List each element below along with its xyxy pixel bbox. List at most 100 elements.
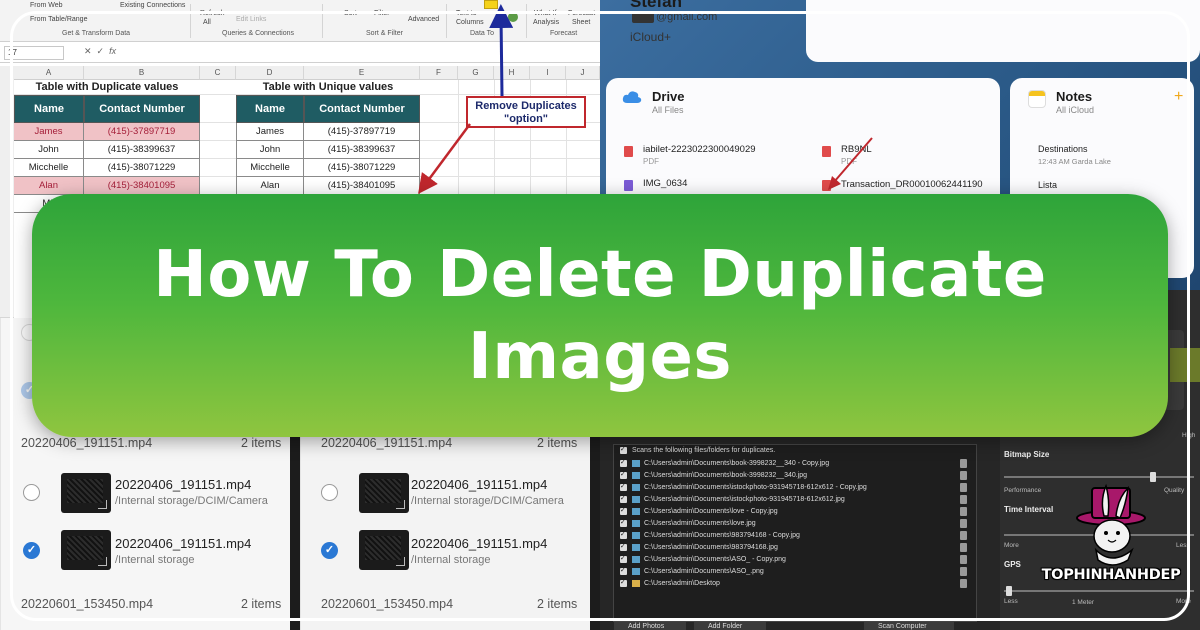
image-file-icon (632, 472, 640, 479)
selected-checkbox[interactable]: ✓ (321, 542, 338, 559)
checkbox-icon[interactable] (620, 529, 627, 541)
file-path: C:\Users\admin\Documents\ASO_ - Copy.png (644, 556, 786, 563)
add-folder-button[interactable]: Add Folder (694, 622, 766, 630)
scan-file-row[interactable]: C:\Users\admin\Documents\love.jpg (620, 517, 970, 530)
file-path: C:\Users\admin\Documents\book-3998232__3… (644, 472, 808, 479)
image-file-icon (624, 180, 633, 191)
trash-icon[interactable] (960, 483, 967, 492)
scan-header: Scans the following files/folders for du… (632, 447, 776, 454)
trash-icon[interactable] (960, 555, 967, 564)
scan-file-row[interactable]: C:\Users\admin\Documents\book-3998232__3… (620, 457, 970, 470)
account-card: Stefan @gmail.com iCloud+ (610, 0, 800, 60)
image-file-icon (632, 508, 640, 515)
duplicate-file-path: /Internal storage/DCIM/Camera (115, 495, 268, 507)
file-path: C:\Users\admin\Documents\love - Copy.jpg (644, 508, 778, 515)
group-header: 20220406_191151.mp4 (321, 436, 453, 450)
duplicate-file-name[interactable]: 20220406_191151.mp4 (115, 477, 251, 492)
note-title[interactable]: Lista (1038, 180, 1057, 190)
checkbox-icon[interactable] (620, 517, 627, 529)
scan-file-row[interactable]: C:\Users\admin\Documents\ASO_ - Copy.png (620, 553, 970, 566)
file-path: C:\Users\admin\Documents\983794168.jpg (644, 544, 778, 551)
trash-icon[interactable] (960, 543, 967, 552)
scan-file-row[interactable]: C:\Users\admin\Documents\love - Copy.jpg (620, 505, 970, 518)
trash-icon[interactable] (960, 579, 967, 588)
checkbox-icon[interactable] (620, 469, 627, 481)
scan-file-row[interactable]: C:\Users\admin\Documents\book-3998232__3… (620, 469, 970, 482)
scan-file-row[interactable]: C:\Users\admin\Documents\983794168.jpg (620, 541, 970, 554)
scan-file-row[interactable]: C:\Users\admin\Documents\istockphoto-931… (620, 481, 970, 494)
checkbox-icon[interactable] (620, 445, 627, 456)
checkbox-icon[interactable] (620, 577, 627, 589)
file-path: C:\Users\admin\Documents\book-3998232__3… (644, 460, 830, 467)
checkbox-icon[interactable] (620, 481, 627, 493)
trash-icon[interactable] (960, 459, 967, 468)
trash-icon[interactable] (960, 567, 967, 576)
drive-file-name[interactable]: iabilet-2223022300049029 (643, 144, 756, 155)
trash-icon[interactable] (960, 507, 967, 516)
group-header: 20220601_153450.mp4 (321, 597, 454, 611)
slider-label-less: Less (1004, 598, 1018, 605)
trash-icon[interactable] (960, 519, 967, 528)
duplicate-file-name[interactable]: 20220406_191151.mp4 (411, 477, 547, 492)
file-path: C:\Users\admin\Documents\love.jpg (644, 520, 756, 527)
notes-subtitle: All iCloud (1056, 105, 1095, 115)
add-note-icon[interactable]: + (1174, 88, 1183, 106)
note-title[interactable]: Destinations (1038, 144, 1088, 154)
drive-title[interactable]: Drive (652, 89, 685, 104)
select-radio[interactable] (23, 484, 40, 501)
bitmap-size-slider[interactable] (1004, 476, 1194, 478)
trash-icon[interactable] (960, 471, 967, 480)
group-count: 2 items (537, 436, 578, 450)
duplicate-file-name[interactable]: 20220406_191151.mp4 (115, 536, 251, 551)
bitmap-size-heading: Bitmap Size (1004, 450, 1050, 459)
select-radio[interactable] (321, 484, 338, 501)
scan-file-row[interactable]: C:\Users\admin\Documents\ASO_.png (620, 565, 970, 578)
trash-icon[interactable] (960, 495, 967, 504)
group-count: 2 items (241, 436, 282, 450)
scan-file-row[interactable]: C:\Users\admin\Documents\istockphoto-931… (620, 493, 970, 506)
image-file-icon (632, 568, 640, 575)
drive-file-kind: PDF (643, 157, 659, 166)
checkbox-icon[interactable] (620, 493, 627, 505)
scan-computer-button[interactable]: Scan Computer (864, 622, 954, 630)
scan-file-list: Scans the following files/folders for du… (613, 444, 977, 622)
duplicate-file-name[interactable]: 20220406_191151.mp4 (411, 536, 547, 551)
image-file-icon (632, 532, 640, 539)
video-thumbnail[interactable] (61, 530, 111, 570)
scan-file-row[interactable]: C:\Users\admin\Desktop (620, 577, 970, 590)
scan-file-row[interactable]: C:\Users\admin\Documents\983794168 - Cop… (620, 529, 970, 542)
account-email: @gmail.com (656, 11, 718, 23)
checkbox-icon[interactable] (620, 505, 627, 517)
notes-icon (1028, 90, 1046, 108)
checkbox-icon[interactable] (620, 553, 627, 565)
group-header: 20220601_153450.mp4 (21, 597, 154, 611)
video-thumbnail[interactable] (359, 473, 409, 513)
selected-checkbox[interactable]: ✓ (23, 542, 40, 559)
pdf-file-icon (624, 146, 633, 157)
folder-icon (632, 580, 640, 587)
video-thumbnail[interactable] (61, 473, 111, 513)
video-thumbnail[interactable] (359, 530, 409, 570)
cloud-folder-icon (622, 91, 642, 103)
slider-knob[interactable] (1006, 586, 1012, 596)
banner-title-line-2: Images (468, 320, 732, 394)
drive-file-name[interactable]: IMG_0634 (643, 178, 687, 189)
checkbox-icon[interactable] (620, 457, 627, 469)
add-photos-button[interactable]: Add Photos (614, 622, 686, 630)
notes-title[interactable]: Notes (1056, 89, 1092, 104)
file-path: C:\Users\admin\Documents\983794168 - Cop… (644, 532, 800, 539)
duplicate-file-path: /Internal storage/DCIM/Camera (411, 495, 564, 507)
slider-label-one-meter: 1 Meter (1072, 599, 1095, 606)
duplicate-file-path: /Internal storage (115, 554, 195, 566)
trash-icon[interactable] (960, 531, 967, 540)
image-file-icon (632, 520, 640, 527)
image-file-icon (632, 556, 640, 563)
red-arrow (418, 123, 472, 195)
checkbox-icon[interactable] (620, 565, 627, 577)
checkbox-icon[interactable] (620, 541, 627, 553)
email-redaction (632, 12, 654, 23)
drive-subtitle: All Files (652, 105, 684, 115)
top-card (806, 0, 1200, 62)
slider-label-high: High (1182, 432, 1196, 439)
file-path: C:\Users\admin\Documents\istockphoto-931… (644, 484, 867, 491)
